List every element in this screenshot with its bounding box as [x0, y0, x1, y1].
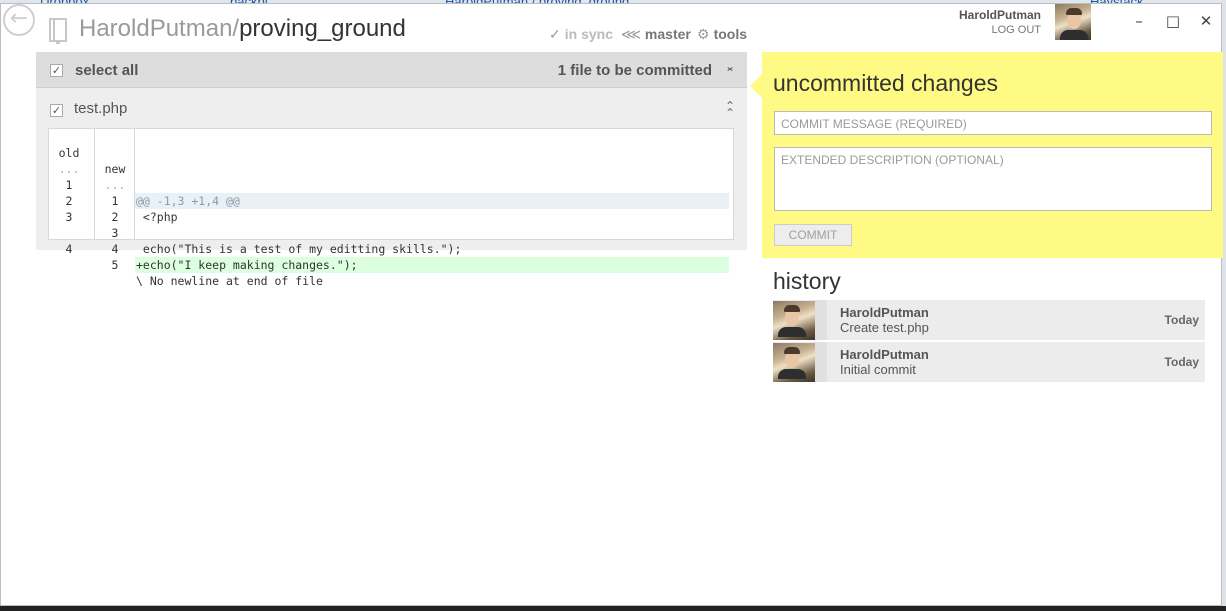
commit-message: Initial commit	[840, 362, 916, 377]
taskbar-edge	[0, 606, 1226, 611]
diff-line: 4 5 \ No newline at end of file	[49, 225, 729, 288]
history-item[interactable]: HaroldPutman Initial commit Today	[773, 342, 1205, 382]
logout-link[interactable]: LOG OUT	[991, 24, 1041, 36]
repo-book-icon	[49, 18, 67, 44]
commit-panel: uncommitted changes COMMIT MESSAGE (REQU…	[750, 52, 1223, 258]
tools-label: tools	[713, 26, 748, 42]
diff-line: 2 2	[49, 177, 729, 224]
diff-line: 1 1 <?php	[49, 161, 729, 224]
commit-author-avatar	[773, 343, 815, 382]
files-to-commit-count: 1 file to be committed	[557, 62, 712, 79]
gear-icon: ⚙	[697, 26, 710, 42]
select-all-bar: ✓ select all 1 file to be committed ⌄ ⌃	[36, 52, 747, 88]
old-line-number: 4	[65, 242, 73, 256]
diff-code: \ No newline at end of file	[136, 274, 323, 288]
commit-author-avatar	[773, 301, 815, 340]
tools-menu[interactable]: ⚙ tools	[697, 26, 747, 43]
back-arrow-icon[interactable]: ←	[3, 4, 35, 36]
commit-author: HaroldPutman	[840, 305, 929, 320]
minimize-icon[interactable]: –	[1126, 10, 1152, 32]
file-checkbox[interactable]: ✓	[50, 104, 63, 117]
history-item[interactable]: HaroldPutman Create test.php Today	[773, 300, 1205, 340]
github-window: ← HaroldPutman/proving_ground ✓ in sync ⋘…	[0, 3, 1223, 606]
collapse-file-icon[interactable]: ⌃ ⌃	[724, 100, 736, 119]
close-icon[interactable]: ✕	[1193, 10, 1219, 32]
history-title: history	[773, 268, 841, 294]
select-all-checkbox[interactable]: ✓	[50, 64, 63, 77]
commit-date: Today	[1164, 355, 1199, 369]
user-name: HaroldPutman	[958, 8, 1041, 22]
diff-view: old new ... ... @@ -1,3 +1,4 @@ 1 1 <?ph…	[48, 128, 734, 288]
uncommitted-changes-title: uncommitted changes	[773, 70, 999, 96]
user-avatar[interactable]	[1055, 4, 1091, 40]
commit-message: Create test.php	[840, 320, 929, 335]
history-separator	[815, 342, 827, 382]
diff-code: echo("This is a test of my editting skil…	[136, 242, 462, 256]
commit-date: Today	[1164, 313, 1199, 327]
maximize-icon[interactable]: □	[1160, 10, 1186, 32]
changes-panel: ✓ select all 1 file to be committed ⌄ ⌃ ✓…	[36, 52, 747, 288]
extended-description-input[interactable]: EXTENDED DESCRIPTION (OPTIONAL)	[774, 147, 1212, 211]
sync-status[interactable]: ✓ in sync	[549, 26, 613, 43]
new-line-number: 5	[111, 258, 119, 272]
sync-label: in sync	[564, 26, 613, 42]
repository-title: HaroldPutman/proving_ground	[79, 15, 406, 43]
diff-code: +echo("I keep making changes.");	[135, 257, 729, 273]
branch-selector[interactable]: ⋘ master	[621, 26, 691, 43]
diff-hunk-row: ... ... @@ -1,3 +1,4 @@	[49, 145, 729, 209]
commit-button[interactable]: COMMIT	[774, 224, 852, 246]
select-all-label[interactable]: select all	[75, 62, 138, 79]
branch-icon: ⋘	[621, 26, 641, 42]
check-icon: ✓	[549, 26, 561, 42]
repo-name[interactable]: proving_ground	[239, 15, 406, 42]
commit-panel-pointer	[750, 74, 762, 98]
commit-message-input[interactable]: COMMIT MESSAGE (REQUIRED)	[774, 111, 1212, 135]
branch-label: master	[644, 26, 691, 42]
file-name[interactable]: test.php	[74, 100, 127, 117]
history-separator	[815, 300, 827, 340]
diff-added-line: 4 +echo("I keep making changes.");	[49, 209, 729, 273]
commit-author: HaroldPutman	[840, 347, 929, 362]
diff-header-row: old new	[49, 129, 729, 176]
diff-line: 3 3 echo("This is a test of my editting …	[49, 193, 729, 256]
collapse-all-icon[interactable]: ⌄ ⌃	[724, 60, 736, 79]
repo-owner[interactable]: HaroldPutman/	[79, 15, 239, 42]
